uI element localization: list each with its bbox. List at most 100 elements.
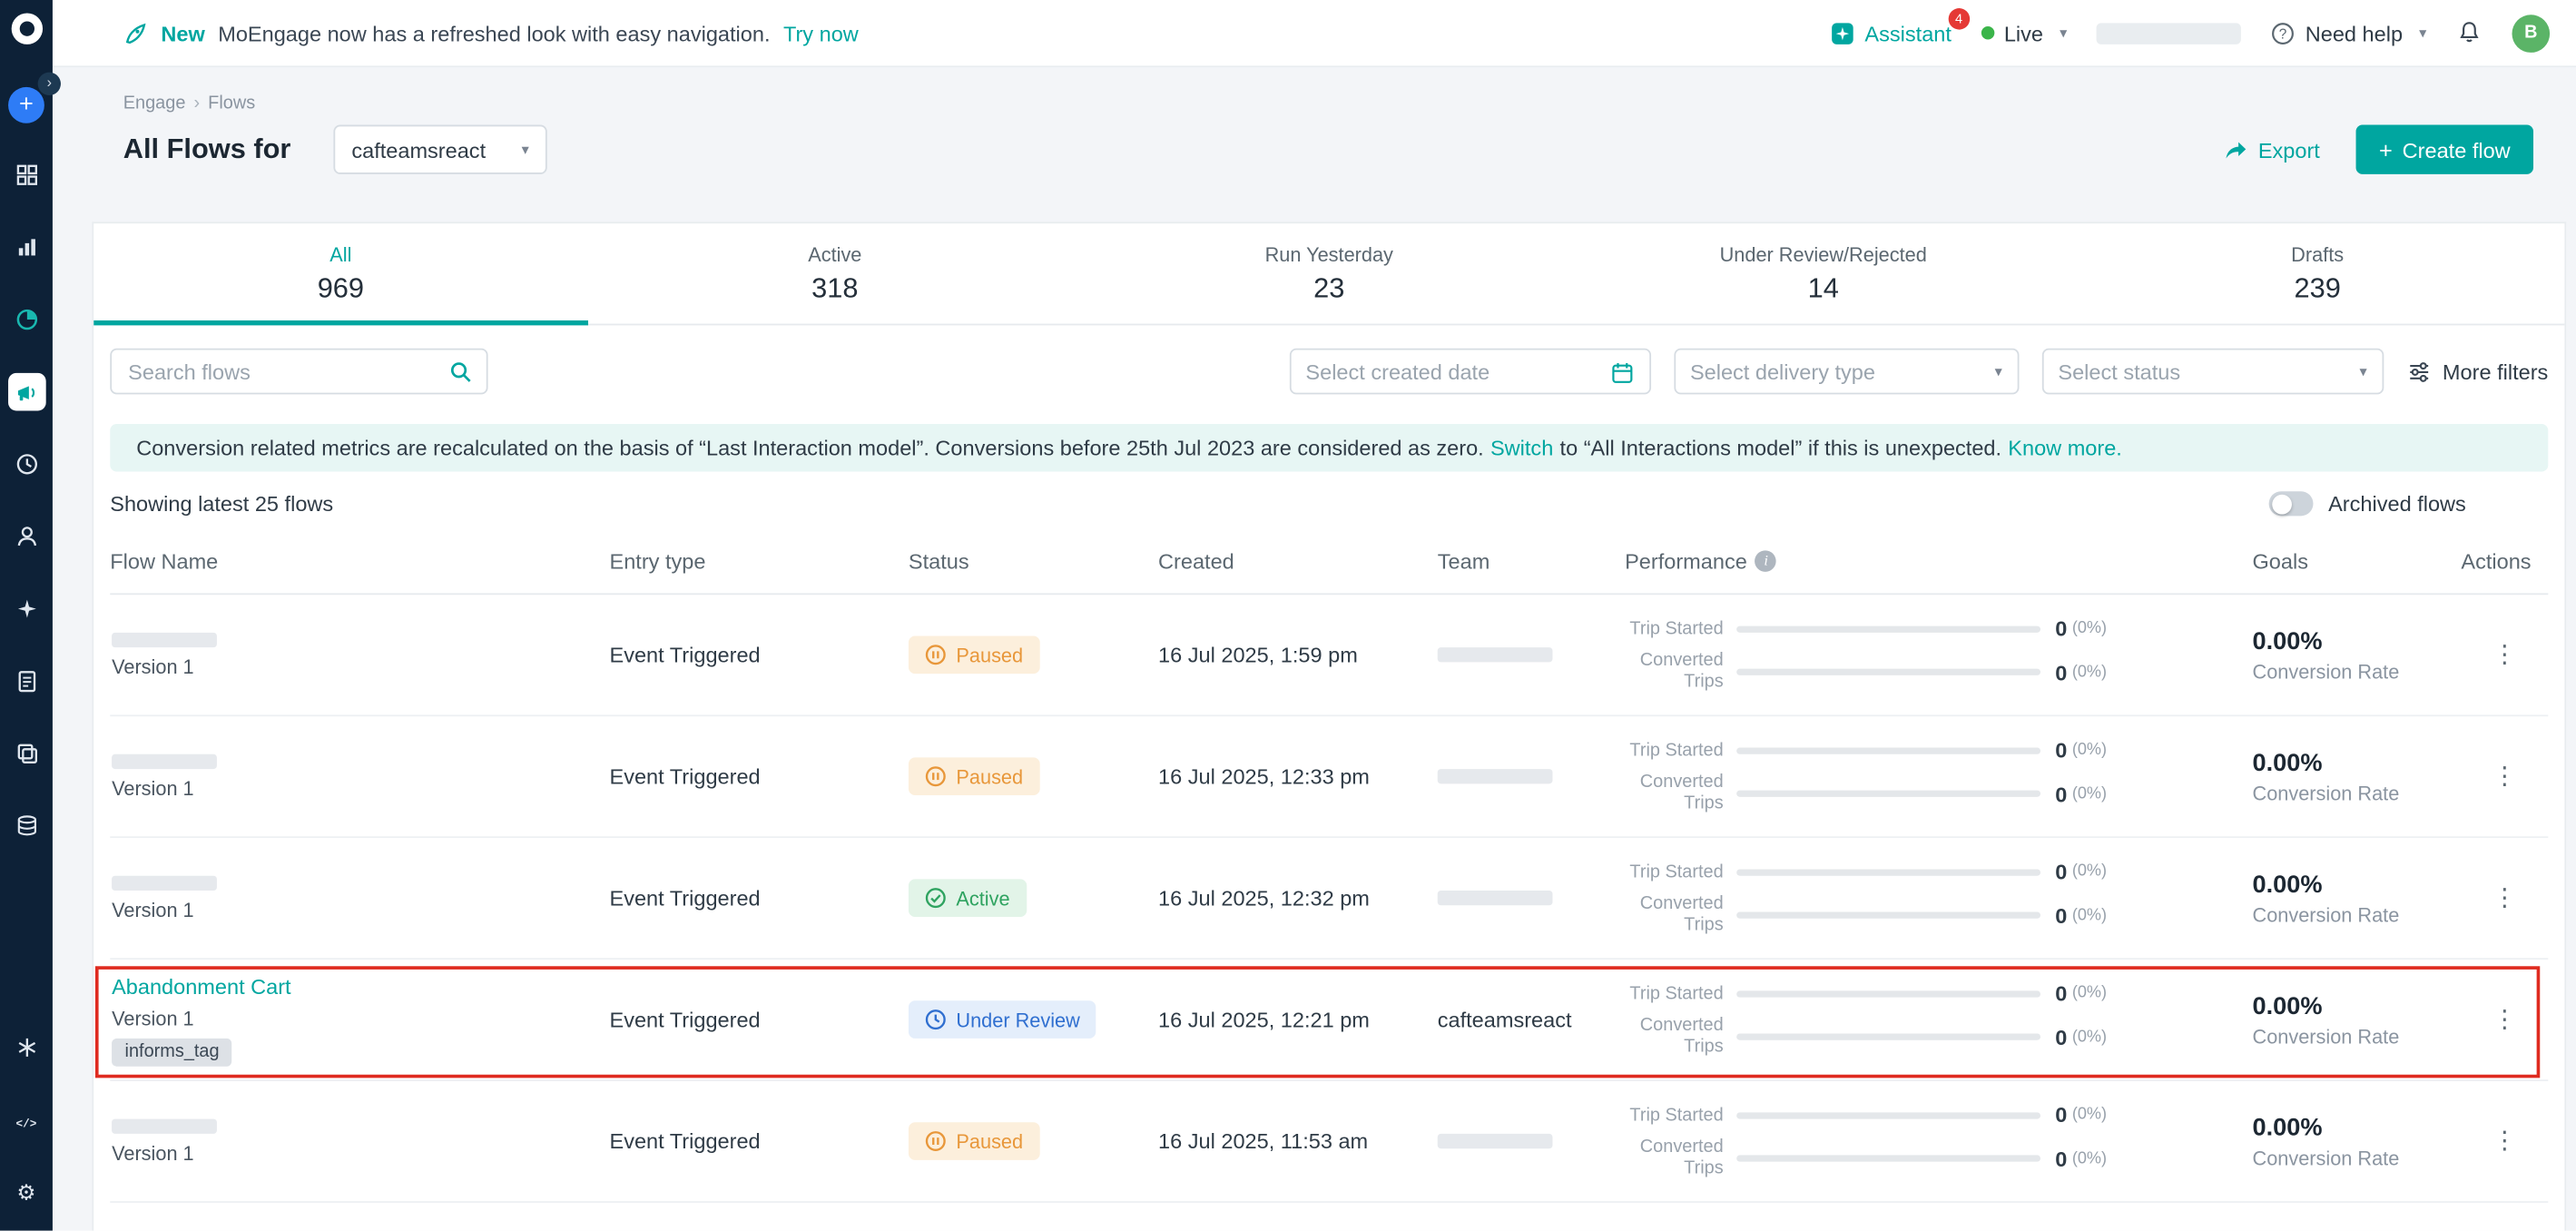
environment-selector[interactable]: Live bbox=[1981, 21, 2067, 45]
status-label: Paused bbox=[956, 765, 1023, 788]
goal-label: Conversion Rate bbox=[2253, 660, 2462, 683]
sidebar-item-developer[interactable] bbox=[7, 1101, 45, 1139]
created-date-value: 16 Jul 2025, 11:53 am bbox=[1158, 1128, 1438, 1153]
showing-count-text: Showing latest 25 flows bbox=[110, 491, 333, 516]
sidebar-item-data[interactable] bbox=[7, 807, 45, 845]
status-badge: Under Review bbox=[909, 1000, 1096, 1039]
list-controls: Showing latest 25 flows Archived flows bbox=[93, 471, 2564, 528]
created-date-filter[interactable]: Select created date bbox=[1289, 349, 1650, 395]
flow-version: Version 1 bbox=[112, 655, 194, 677]
plus-icon bbox=[2379, 136, 2393, 162]
sidebar-item-content[interactable] bbox=[7, 662, 45, 700]
entry-type-value: Event Triggered bbox=[610, 1008, 909, 1032]
performance-cell: Trip Started 0 (0%) Converted Trips 0 (0… bbox=[1618, 981, 2253, 1058]
flow-version: Version 1 bbox=[112, 1141, 194, 1164]
status-badge: Active bbox=[909, 879, 1027, 917]
progress-bar bbox=[1736, 791, 2040, 797]
breadcrumb-engage[interactable]: Engage bbox=[123, 94, 186, 113]
user-avatar[interactable]: B bbox=[2512, 14, 2550, 52]
sidebar-item-journeys[interactable] bbox=[7, 446, 45, 484]
need-help-label: Need help bbox=[2306, 21, 2403, 45]
sidebar-item-ai[interactable] bbox=[7, 590, 45, 628]
table-body: Version 1 Event Triggered Paused 16 Jul … bbox=[110, 595, 2548, 1203]
row-actions-kebab-menu[interactable] bbox=[2492, 1128, 2517, 1156]
more-filters-button[interactable]: More filters bbox=[2406, 359, 2548, 383]
progress-bar bbox=[1736, 869, 2040, 875]
flow-name-link[interactable]: Abandonment Cart bbox=[112, 973, 291, 998]
search-box[interactable] bbox=[110, 349, 487, 395]
goal-label: Conversion Rate bbox=[2253, 782, 2462, 804]
goal-value: 0.00% bbox=[2253, 1113, 2462, 1141]
created-date-value: 16 Jul 2025, 12:32 pm bbox=[1158, 886, 1438, 911]
archived-flows-toggle[interactable] bbox=[2269, 491, 2314, 516]
entry-type-value: Event Triggered bbox=[610, 643, 909, 667]
paused-icon bbox=[925, 1130, 947, 1152]
progress-bar bbox=[1736, 1155, 2040, 1161]
tab-all[interactable]: All 969 bbox=[93, 223, 587, 323]
delivery-type-filter[interactable]: Select delivery type bbox=[1674, 349, 2019, 395]
row-actions-kebab-menu[interactable] bbox=[2492, 641, 2517, 669]
status-label: Active bbox=[956, 886, 1009, 909]
redacted-flow-name bbox=[112, 1118, 217, 1133]
sidebar-item-analytics[interactable] bbox=[7, 229, 45, 267]
sidebar-item-dashboards[interactable] bbox=[7, 156, 45, 194]
header-performance: Performance bbox=[1618, 549, 2253, 574]
redacted-flow-name bbox=[112, 632, 217, 646]
table-row: Version 1 Event Triggered Paused 16 Jul … bbox=[110, 595, 2548, 716]
user-icon bbox=[14, 524, 38, 548]
progress-bar bbox=[1736, 990, 2040, 997]
status-tabs: All 969 Active 318 Run Yesterday 23 Unde… bbox=[93, 223, 2564, 325]
know-more-link[interactable]: Know more. bbox=[2008, 436, 2122, 460]
goal-label: Conversion Rate bbox=[2253, 903, 2462, 926]
sidebar-item-templates[interactable] bbox=[7, 734, 45, 773]
tab-drafts[interactable]: Drafts 239 bbox=[2070, 223, 2564, 323]
flow-version: Version 1 bbox=[112, 776, 194, 799]
tab-active[interactable]: Active 318 bbox=[588, 223, 1082, 323]
bell-icon[interactable] bbox=[2456, 20, 2483, 46]
tab-run-yesterday[interactable]: Run Yesterday 23 bbox=[1082, 223, 1576, 323]
search-input[interactable] bbox=[125, 358, 449, 386]
sidebar-item-segments[interactable] bbox=[7, 300, 45, 339]
active-check-icon bbox=[925, 887, 947, 909]
database-icon bbox=[14, 813, 38, 838]
svg-text:?: ? bbox=[2279, 26, 2287, 42]
status-badge: Paused bbox=[909, 1122, 1039, 1160]
status-badge: Paused bbox=[909, 635, 1039, 674]
flows-table: Flow Name Entry type Status Created Team… bbox=[93, 529, 2564, 1203]
need-help-menu[interactable]: ? Need help bbox=[2271, 21, 2427, 45]
sidebar-item-integrations[interactable] bbox=[7, 1029, 45, 1067]
created-date-value: 16 Jul 2025, 12:21 pm bbox=[1158, 1008, 1438, 1032]
row-actions-kebab-menu[interactable] bbox=[2492, 884, 2517, 912]
info-icon[interactable] bbox=[1755, 550, 1777, 572]
question-icon: ? bbox=[2271, 21, 2296, 45]
sidebar-item-engage-active[interactable] bbox=[7, 373, 45, 411]
tab-under-review-rejected[interactable]: Under Review/Rejected 14 bbox=[1576, 223, 2070, 323]
performance-cell: Trip Started 0 (0%) Converted Trips 0 (0… bbox=[1618, 1103, 2253, 1179]
header-team: Team bbox=[1438, 549, 1618, 574]
performance-metric-trip-started: Trip Started 0 (0%) bbox=[1625, 738, 2252, 763]
sidebar-item-audience[interactable] bbox=[7, 517, 45, 556]
status-filter[interactable]: Select status bbox=[2041, 349, 2383, 395]
performance-metric-converted-trips: Converted Trips 0 (0%) bbox=[1625, 894, 2252, 936]
rocket-icon bbox=[123, 21, 148, 45]
goals-cell: 0.00% Conversion Rate bbox=[2253, 870, 2462, 926]
try-now-link[interactable]: Try now bbox=[783, 21, 859, 45]
flow-version: Version 1 bbox=[112, 898, 194, 921]
header-status: Status bbox=[909, 549, 1158, 574]
sidebar-item-settings[interactable] bbox=[7, 1173, 45, 1211]
create-flow-button[interactable]: Create flow bbox=[2356, 125, 2533, 174]
team-selector-dropdown[interactable]: cafteamsreact bbox=[333, 125, 546, 174]
export-button[interactable]: Export bbox=[2224, 137, 2320, 162]
megaphone-icon bbox=[15, 380, 37, 403]
row-actions-kebab-menu[interactable] bbox=[2492, 1006, 2517, 1034]
row-actions-kebab-menu[interactable] bbox=[2492, 763, 2517, 791]
assistant-button[interactable]: Assistant 4 bbox=[1830, 21, 1951, 45]
sidebar-expand-button[interactable] bbox=[38, 73, 61, 95]
sidebar-create-button[interactable] bbox=[8, 87, 44, 123]
entry-type-value: Event Triggered bbox=[610, 886, 909, 911]
environment-label: Live bbox=[2004, 21, 2043, 45]
switch-link[interactable]: Switch bbox=[1490, 436, 1553, 460]
breadcrumb: Engage Flows bbox=[53, 67, 2576, 113]
redacted-team-name bbox=[1438, 647, 1553, 662]
calendar-icon bbox=[1609, 359, 1634, 383]
